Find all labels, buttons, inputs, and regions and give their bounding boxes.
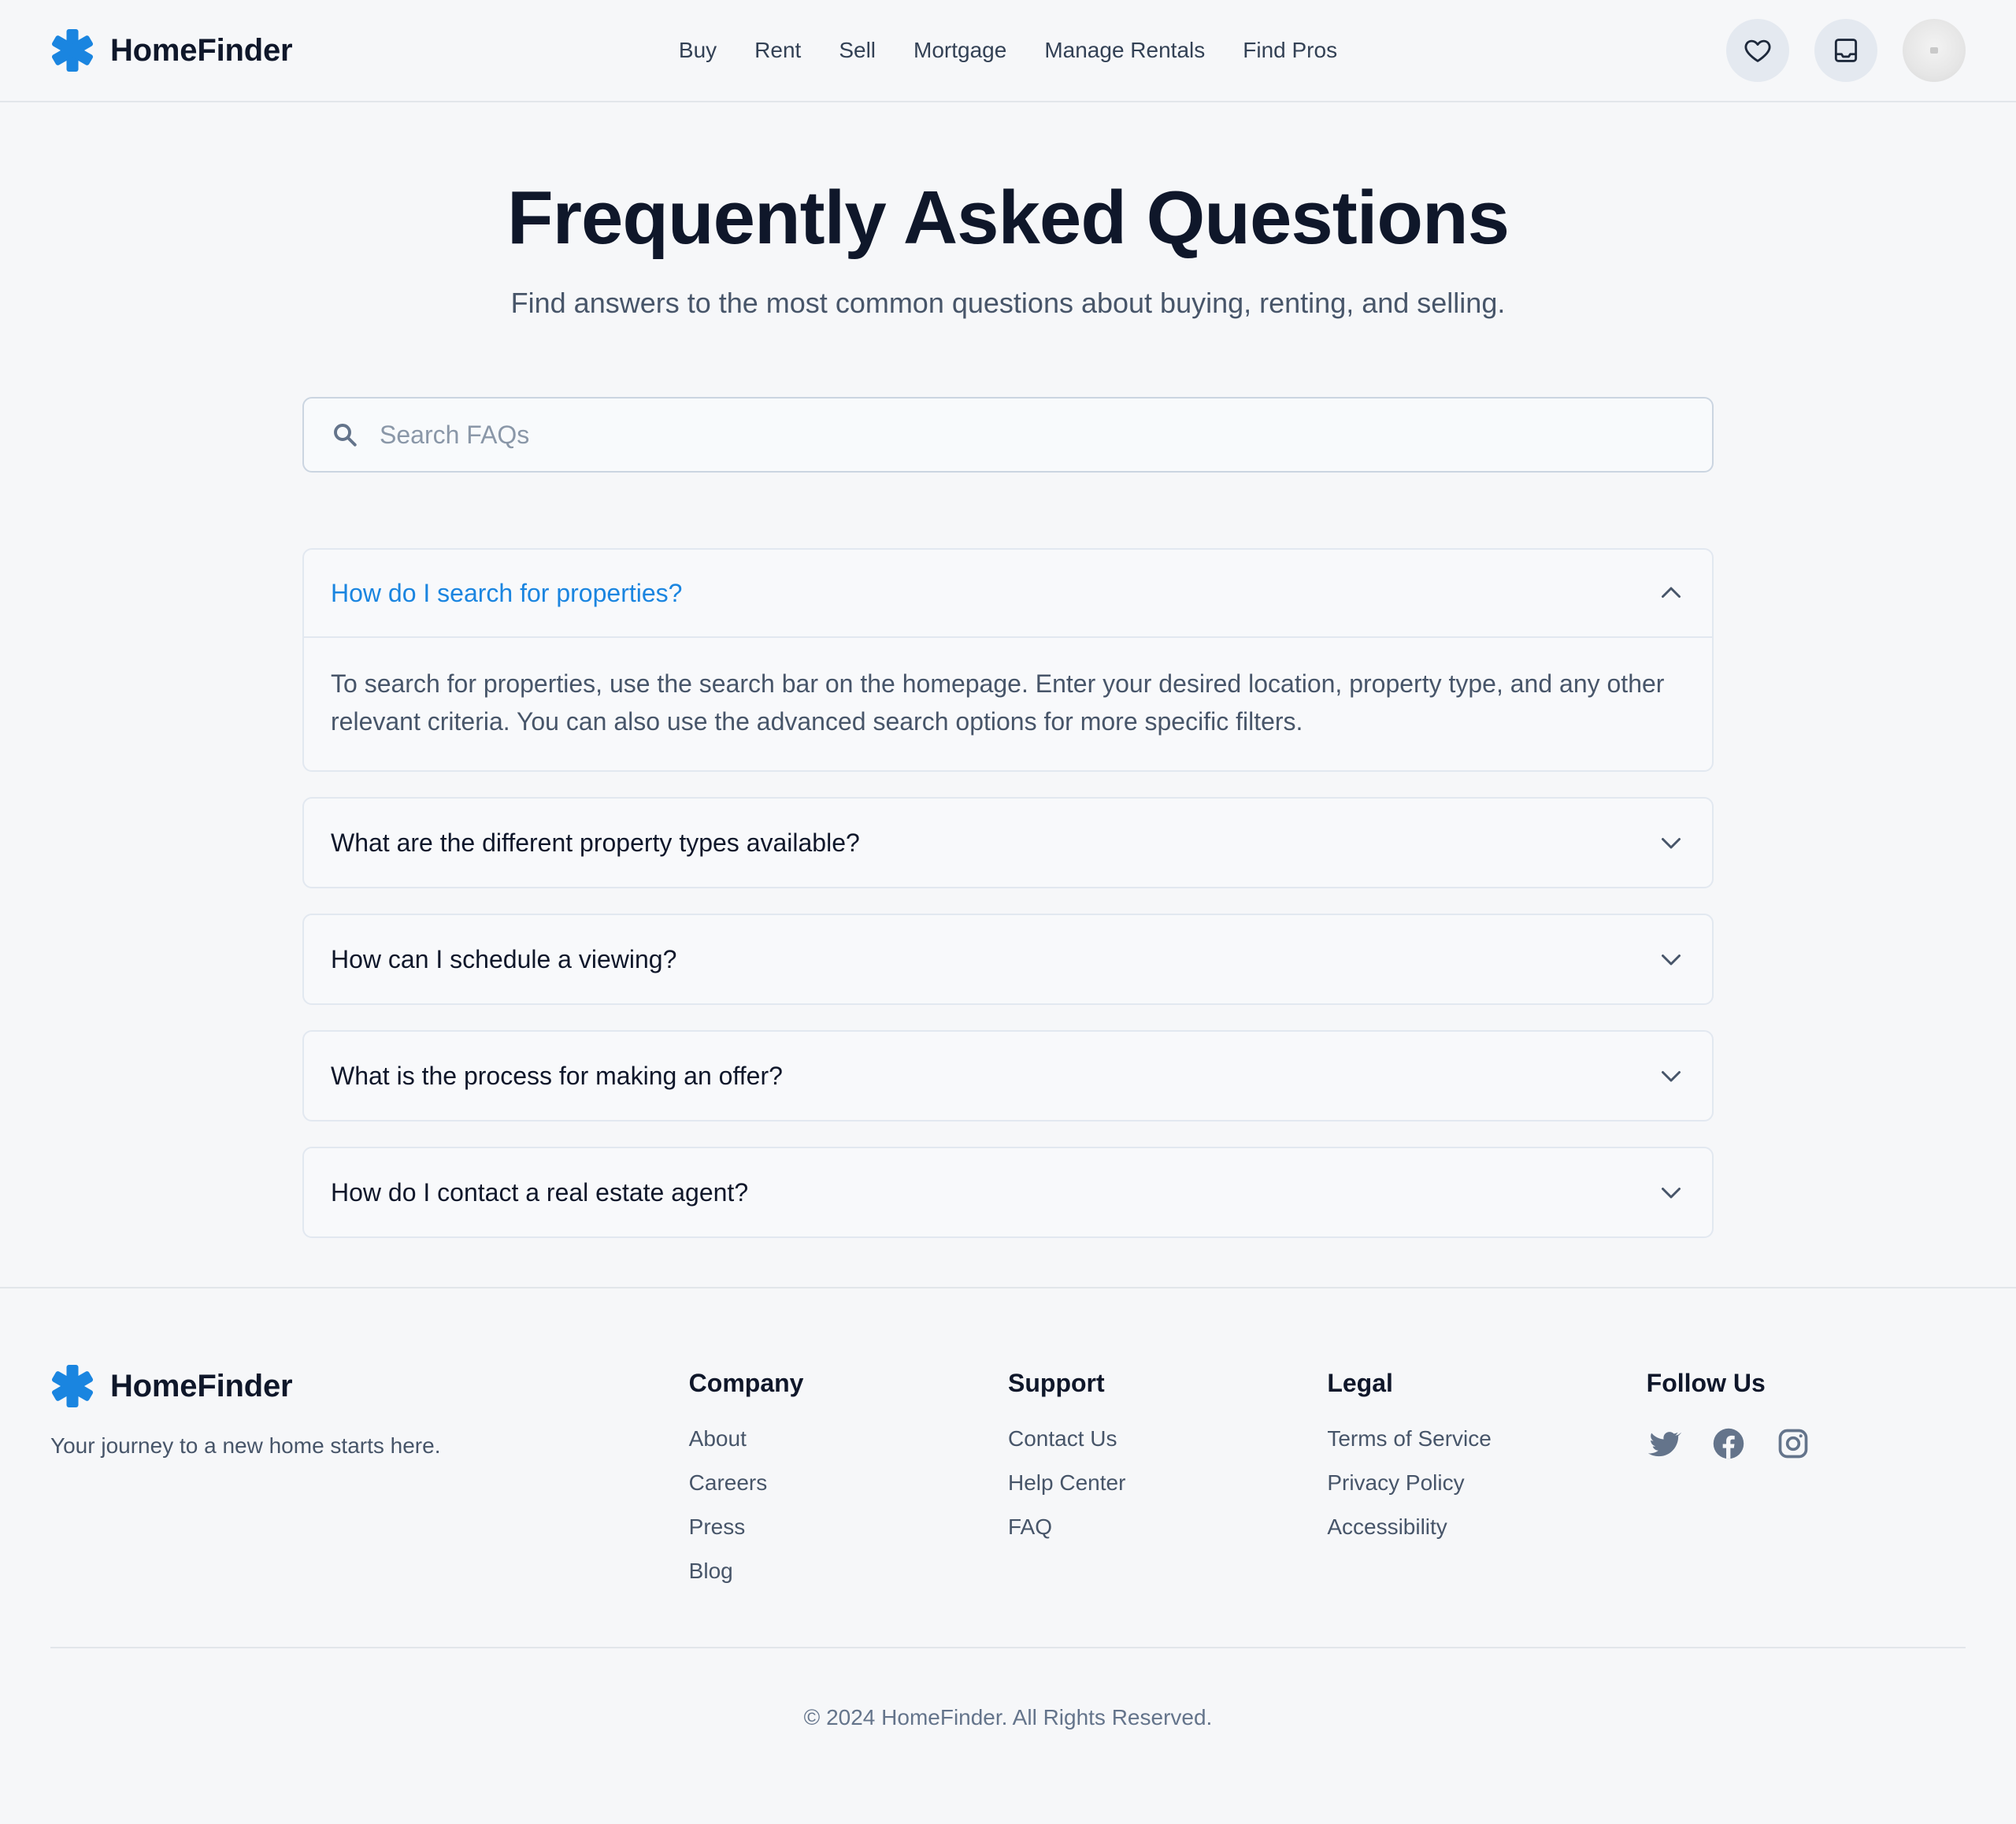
footer-link-blog[interactable]: Blog xyxy=(689,1559,733,1583)
footer-link-privacy[interactable]: Privacy Policy xyxy=(1327,1470,1464,1495)
twitter-link[interactable] xyxy=(1647,1426,1681,1461)
footer-column-title: Company xyxy=(688,1369,804,1398)
footer-column-title: Follow Us xyxy=(1646,1369,1766,1398)
footer-link-about[interactable]: About xyxy=(689,1426,747,1451)
instagram-icon xyxy=(1778,1429,1807,1459)
faq-question: How do I contact a real estate agent? xyxy=(331,1177,749,1207)
nav-link-sell[interactable]: Sell xyxy=(839,38,876,63)
facebook-icon xyxy=(1713,1429,1744,1459)
footer-links: Terms of Service Privacy Policy Accessib… xyxy=(1327,1426,1646,1559)
nav-link-buy[interactable]: Buy xyxy=(679,38,717,63)
faq-list: How do I search for properties? To searc… xyxy=(302,548,1714,1239)
footer-tagline: Your journey to a new home starts here. xyxy=(50,1433,441,1459)
faq-question-toggle[interactable]: What are the different property types av… xyxy=(304,799,1712,887)
heart-icon xyxy=(1744,39,1771,62)
footer-link-help-center[interactable]: Help Center xyxy=(1008,1470,1125,1495)
nav-link-mortgage[interactable]: Mortgage xyxy=(914,38,1006,63)
instagram-link[interactable] xyxy=(1776,1426,1810,1461)
brand-name: HomeFinder xyxy=(110,32,293,68)
faq-question: What are the different property types av… xyxy=(331,828,860,857)
footer-link-terms[interactable]: Terms of Service xyxy=(1327,1426,1492,1451)
faq-item: How do I search for properties? To searc… xyxy=(302,548,1714,773)
footer-brand-logo[interactable]: HomeFinder xyxy=(50,1364,689,1408)
facebook-link[interactable] xyxy=(1711,1426,1746,1461)
nav-link-manage-rentals[interactable]: Manage Rentals xyxy=(1044,38,1205,63)
footer-links: About Careers Press Blog xyxy=(689,1426,1008,1603)
search-input[interactable] xyxy=(380,420,1687,450)
footer-column-title: Support xyxy=(1008,1369,1105,1398)
brand-logo[interactable]: HomeFinder xyxy=(50,28,293,72)
hero: Frequently Asked Questions Find answers … xyxy=(0,102,2016,320)
footer-brand-column: HomeFinder Your journey to a new home st… xyxy=(50,1364,689,1603)
footer-link-press[interactable]: Press xyxy=(689,1514,746,1539)
avatar-placeholder xyxy=(1930,47,1938,54)
site-footer: HomeFinder Your journey to a new home st… xyxy=(0,1287,2016,1730)
footer-link-faq[interactable]: FAQ xyxy=(1008,1514,1052,1539)
faq-question-toggle[interactable]: How do I contact a real estate agent? xyxy=(304,1148,1712,1236)
faq-question-toggle[interactable]: How can I schedule a viewing? xyxy=(304,915,1712,1003)
page-subtitle: Find answers to the most common question… xyxy=(510,287,1506,320)
footer-columns: HomeFinder Your journey to a new home st… xyxy=(50,1364,1966,1603)
chevron-up-icon xyxy=(1662,587,1681,599)
page-title: Frequently Asked Questions xyxy=(506,176,1510,260)
nav-link-find-pros[interactable]: Find Pros xyxy=(1243,38,1337,63)
twitter-icon xyxy=(1647,1432,1681,1457)
footer-link-contact-us[interactable]: Contact Us xyxy=(1008,1426,1117,1451)
asterisk-logo-icon xyxy=(51,29,94,72)
search-icon xyxy=(329,419,361,450)
nav-link-rent[interactable]: Rent xyxy=(754,38,801,63)
asterisk-logo-icon xyxy=(51,1365,94,1408)
faq-question: What is the process for making an offer? xyxy=(331,1061,783,1090)
avatar[interactable] xyxy=(1903,19,1966,82)
faq-item: What is the process for making an offer? xyxy=(302,1030,1714,1122)
footer-brand-name: HomeFinder xyxy=(110,1368,293,1403)
footer-column-company: Company About Careers Press Blog xyxy=(689,1364,1008,1603)
inbox-icon xyxy=(1834,39,1858,62)
faq-answer: To search for properties, use the search… xyxy=(331,669,1665,736)
footer-column-support: Support Contact Us Help Center FAQ xyxy=(1008,1364,1327,1603)
faq-item: How do I contact a real estate agent? xyxy=(302,1147,1714,1239)
footer-link-careers[interactable]: Careers xyxy=(689,1470,768,1495)
social-links xyxy=(1647,1426,1966,1461)
faq-question: How can I schedule a viewing? xyxy=(331,944,677,973)
chevron-down-icon xyxy=(1662,838,1681,849)
faq-item: What are the different property types av… xyxy=(302,797,1714,889)
footer-column-social: Follow Us xyxy=(1647,1364,1966,1603)
favorites-button[interactable] xyxy=(1726,19,1789,82)
faq-search xyxy=(302,397,1714,473)
header-actions xyxy=(1726,19,1966,82)
site-header: HomeFinder Buy Rent Sell Mortgage Manage… xyxy=(0,0,2016,102)
copyright: © 2024 HomeFinder. All Rights Reserved. xyxy=(803,1705,1213,1730)
main-nav: Buy Rent Sell Mortgage Manage Rentals Fi… xyxy=(679,38,1337,63)
chevron-down-icon xyxy=(1662,1188,1681,1199)
footer-links: Contact Us Help Center FAQ xyxy=(1008,1426,1327,1559)
footer-link-accessibility[interactable]: Accessibility xyxy=(1327,1514,1447,1539)
faq-question-toggle[interactable]: What is the process for making an offer? xyxy=(304,1032,1712,1120)
footer-column-title: Legal xyxy=(1327,1369,1393,1398)
faq-item: How can I schedule a viewing? xyxy=(302,914,1714,1006)
footer-column-legal: Legal Terms of Service Privacy Policy Ac… xyxy=(1327,1364,1646,1603)
chevron-down-icon xyxy=(1662,1071,1681,1082)
faq-question-toggle[interactable]: How do I search for properties? xyxy=(304,550,1712,639)
inbox-button[interactable] xyxy=(1814,19,1877,82)
chevron-down-icon xyxy=(1662,955,1681,966)
faq-question: How do I search for properties? xyxy=(331,578,683,607)
